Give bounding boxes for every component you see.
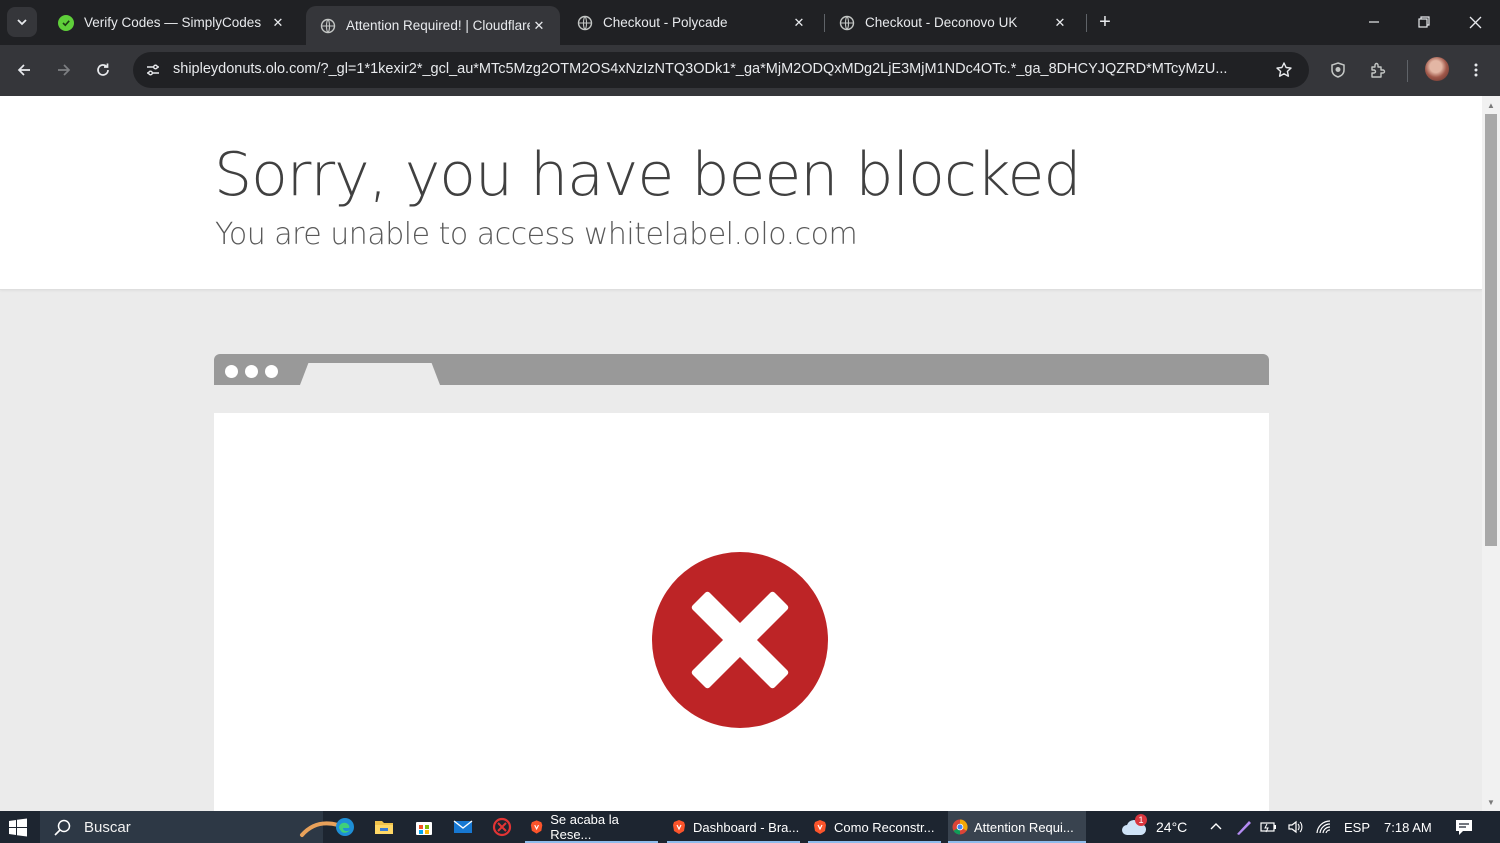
brave-icon — [673, 820, 685, 834]
taskbar-task-brave-3[interactable]: Como Reconstr... — [808, 811, 941, 843]
globe-icon — [320, 18, 336, 34]
tab-title: Verify Codes — SimplyCodes — [84, 15, 262, 30]
show-hidden-icons-button[interactable] — [1209, 811, 1223, 843]
tab-search-button[interactable] — [7, 7, 37, 37]
site-settings-icon[interactable] — [141, 58, 165, 82]
reload-icon — [97, 63, 109, 76]
url-text: shipleydonuts.olo.com/?_gl=1*1kexir2*_gc… — [173, 61, 1228, 77]
close-tab-icon[interactable]: ✕ — [530, 17, 548, 35]
browser-mock-bar — [214, 354, 1269, 385]
volume-icon[interactable] — [1287, 811, 1305, 843]
address-bar[interactable]: shipleydonuts.olo.com/?_gl=1*1kexir2*_gc… — [133, 52, 1309, 88]
pen-workspace-icon[interactable] — [1235, 811, 1253, 843]
bookmark-star-icon[interactable] — [1273, 59, 1295, 81]
window-dot — [225, 365, 238, 378]
restore-button[interactable] — [1409, 8, 1439, 36]
scroll-up-arrow-icon[interactable]: ▲ — [1486, 100, 1496, 110]
weather-widget[interactable]: 1 24°C — [1120, 811, 1187, 843]
forward-button[interactable] — [50, 56, 78, 84]
minimize-icon — [1369, 21, 1379, 23]
chevron-up-icon — [1210, 823, 1222, 830]
page-title: Sorry, you have been blocked — [214, 140, 1081, 210]
globe-icon — [577, 15, 593, 31]
tab-separator — [1086, 14, 1087, 32]
browser-toolbar: shipleydonuts.olo.com/?_gl=1*1kexir2*_gc… — [0, 45, 1500, 96]
toolbar-separator — [1407, 60, 1408, 82]
task-label: Como Reconstr... — [834, 819, 935, 835]
clock-time: 7:18 AM — [1384, 819, 1432, 835]
taskbar-task-brave-1[interactable]: Se acaba la Rese... — [525, 811, 658, 843]
clock[interactable]: 7:18 AM — [1384, 811, 1432, 843]
edge-browser-icon[interactable] — [333, 815, 357, 839]
vertical-scrollbar[interactable]: ▲ ▼ — [1482, 96, 1500, 811]
tab-strip: Verify Codes — SimplyCodes ✕ Attention R… — [0, 0, 1500, 45]
arrow-left-icon — [17, 64, 30, 76]
task-label: Dashboard - Bra... — [693, 819, 800, 835]
tab-simplycodes[interactable]: Verify Codes — SimplyCodes ✕ — [44, 6, 299, 39]
extensions-puzzle-icon[interactable] — [1364, 56, 1392, 84]
chevron-down-icon — [17, 19, 27, 26]
wifi-icon[interactable] — [1315, 811, 1333, 843]
minimize-button[interactable] — [1359, 8, 1389, 36]
red-app-icon[interactable] — [490, 815, 514, 839]
close-tab-icon[interactable]: ✕ — [790, 14, 808, 32]
file-explorer-icon[interactable] — [372, 815, 396, 839]
window-dot — [245, 365, 258, 378]
browser-mock-tab — [300, 363, 440, 385]
menu-kebab-icon[interactable] — [1462, 56, 1490, 84]
page-header: Sorry, you have been blocked You are una… — [0, 96, 1482, 290]
input-language-indicator[interactable]: ESP — [1344, 811, 1370, 843]
mail-icon[interactable] — [451, 815, 475, 839]
window-dot — [265, 365, 278, 378]
windows-taskbar: Buscar Se acaba la Rese... Dashboard - B… — [0, 811, 1500, 843]
weather-notification-badge: 1 — [1135, 814, 1147, 826]
windows-start-icon[interactable] — [8, 818, 28, 838]
language-label: ESP — [1344, 819, 1371, 835]
task-label: Se acaba la Rese... — [550, 812, 619, 842]
new-tab-button[interactable]: + — [1094, 11, 1116, 33]
close-tab-icon[interactable]: ✕ — [269, 14, 287, 32]
simplycodes-favicon-icon — [58, 14, 74, 31]
close-icon — [1469, 16, 1481, 28]
brave-icon — [530, 820, 543, 834]
globe-icon — [839, 15, 855, 31]
microsoft-store-icon[interactable] — [412, 815, 436, 839]
tab-deconovo[interactable]: Checkout - Deconovo UK ✕ — [825, 6, 1081, 39]
search-icon — [54, 819, 71, 836]
arrow-right-icon — [58, 64, 71, 76]
tab-polycade[interactable]: Checkout - Polycade ✕ — [563, 6, 820, 39]
profile-avatar[interactable] — [1425, 57, 1449, 81]
taskbar-task-chrome[interactable]: Attention Requi... — [948, 811, 1086, 843]
taskbar-search-box[interactable]: Buscar — [40, 811, 350, 843]
page-subtitle: You are unable to access whitelabel.olo.… — [215, 217, 858, 252]
page-viewport: Sorry, you have been blocked You are una… — [0, 96, 1482, 811]
notification-chat-icon — [1456, 820, 1472, 835]
scrollbar-thumb[interactable] — [1485, 114, 1497, 546]
tab-title: Attention Required! | Cloudflare — [346, 18, 530, 33]
task-label: Attention Requi... — [974, 819, 1074, 835]
back-button[interactable] — [10, 56, 38, 84]
reload-button[interactable] — [89, 56, 117, 84]
brave-shield-extension-icon[interactable] — [1324, 56, 1352, 84]
restore-icon — [1418, 16, 1430, 28]
scroll-down-arrow-icon[interactable]: ▼ — [1486, 797, 1496, 807]
error-x-icon — [652, 552, 828, 728]
tab-title: Checkout - Polycade — [603, 15, 728, 30]
weather-temperature: 24°C — [1156, 819, 1188, 835]
close-tab-icon[interactable]: ✕ — [1051, 14, 1069, 32]
brave-icon — [814, 820, 826, 834]
battery-power-icon[interactable] — [1260, 811, 1278, 843]
tab-cloudflare[interactable]: Attention Required! | Cloudflare ✕ — [306, 6, 560, 45]
taskbar-task-brave-2[interactable]: Dashboard - Bra... — [667, 811, 800, 843]
close-window-button[interactable] — [1460, 8, 1490, 36]
browser-mock-body — [214, 413, 1269, 811]
search-placeholder: Buscar — [84, 818, 131, 836]
chrome-icon — [952, 819, 968, 835]
tab-title: Checkout - Deconovo UK — [865, 15, 1018, 30]
notifications-button[interactable] — [1455, 811, 1473, 843]
